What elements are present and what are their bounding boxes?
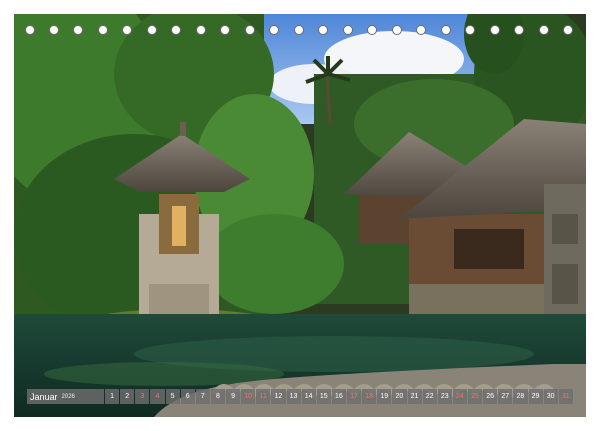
day-cell: 10 bbox=[241, 389, 256, 404]
temple-photo bbox=[14, 14, 586, 417]
day-cell: 5 bbox=[165, 389, 180, 404]
day-cell: 14 bbox=[301, 389, 316, 404]
calendar-strip: Januar 2026 1 2 3 4 5 6 7 8 9 10 11 12 13 14 15 16 17 18 1… bbox=[27, 389, 573, 404]
day-cell: 3 bbox=[135, 389, 150, 404]
binding-hole bbox=[73, 25, 83, 35]
day-cell: 7 bbox=[195, 389, 210, 404]
day-cell: 26 bbox=[483, 389, 498, 404]
binding-hole bbox=[122, 25, 132, 35]
day-cell: 30 bbox=[543, 389, 558, 404]
binding-hole bbox=[220, 25, 230, 35]
day-cell: 12 bbox=[271, 389, 286, 404]
binding-hole bbox=[514, 25, 524, 35]
day-cell: 27 bbox=[498, 389, 513, 404]
binding-hole bbox=[318, 25, 328, 35]
day-cell: 29 bbox=[528, 389, 543, 404]
binding-hole bbox=[196, 25, 206, 35]
binding-hole bbox=[98, 25, 108, 35]
binding-hole bbox=[392, 25, 402, 35]
day-cell: 21 bbox=[407, 389, 422, 404]
binding-hole bbox=[490, 25, 500, 35]
day-cell: 28 bbox=[513, 389, 528, 404]
calendar-page bbox=[14, 14, 586, 417]
binding-hole bbox=[465, 25, 475, 35]
binding-hole bbox=[343, 25, 353, 35]
binding-hole bbox=[367, 25, 377, 35]
day-cell: 6 bbox=[180, 389, 195, 404]
binding-hole bbox=[147, 25, 157, 35]
binding-holes bbox=[0, 0, 600, 40]
day-cell: 8 bbox=[210, 389, 225, 404]
binding-hole bbox=[294, 25, 304, 35]
day-cell: 16 bbox=[331, 389, 346, 404]
day-cell: 22 bbox=[422, 389, 437, 404]
day-cell: 25 bbox=[468, 389, 483, 404]
binding-hole bbox=[416, 25, 426, 35]
binding-hole bbox=[245, 25, 255, 35]
day-cell: 2 bbox=[120, 389, 135, 404]
day-cell: 24 bbox=[452, 389, 467, 404]
day-cell: 1 bbox=[105, 389, 120, 404]
day-cell: 15 bbox=[316, 389, 331, 404]
binding-hole bbox=[171, 25, 181, 35]
day-cell: 4 bbox=[150, 389, 165, 404]
day-cell: 11 bbox=[256, 389, 271, 404]
binding-hole bbox=[49, 25, 59, 35]
year-label: 2026 bbox=[61, 393, 75, 400]
day-cell: 18 bbox=[362, 389, 377, 404]
day-cell: 23 bbox=[437, 389, 452, 404]
month-label: Januar 2026 bbox=[27, 389, 104, 404]
binding-hole bbox=[441, 25, 451, 35]
day-cell: 19 bbox=[377, 389, 392, 404]
day-cell: 9 bbox=[226, 389, 241, 404]
day-cell: 20 bbox=[392, 389, 407, 404]
month-name: Januar bbox=[30, 391, 58, 402]
day-cell: 13 bbox=[286, 389, 301, 404]
day-cell: 31 bbox=[558, 389, 573, 404]
binding-hole bbox=[269, 25, 279, 35]
binding-hole bbox=[25, 25, 35, 35]
day-row: 1 2 3 4 5 6 7 8 9 10 11 12 13 14 15 16 17 18 19 20 21 22 23 24 2… bbox=[105, 389, 573, 404]
day-cell: 17 bbox=[347, 389, 362, 404]
binding-hole bbox=[539, 25, 549, 35]
binding-hole bbox=[563, 25, 573, 35]
